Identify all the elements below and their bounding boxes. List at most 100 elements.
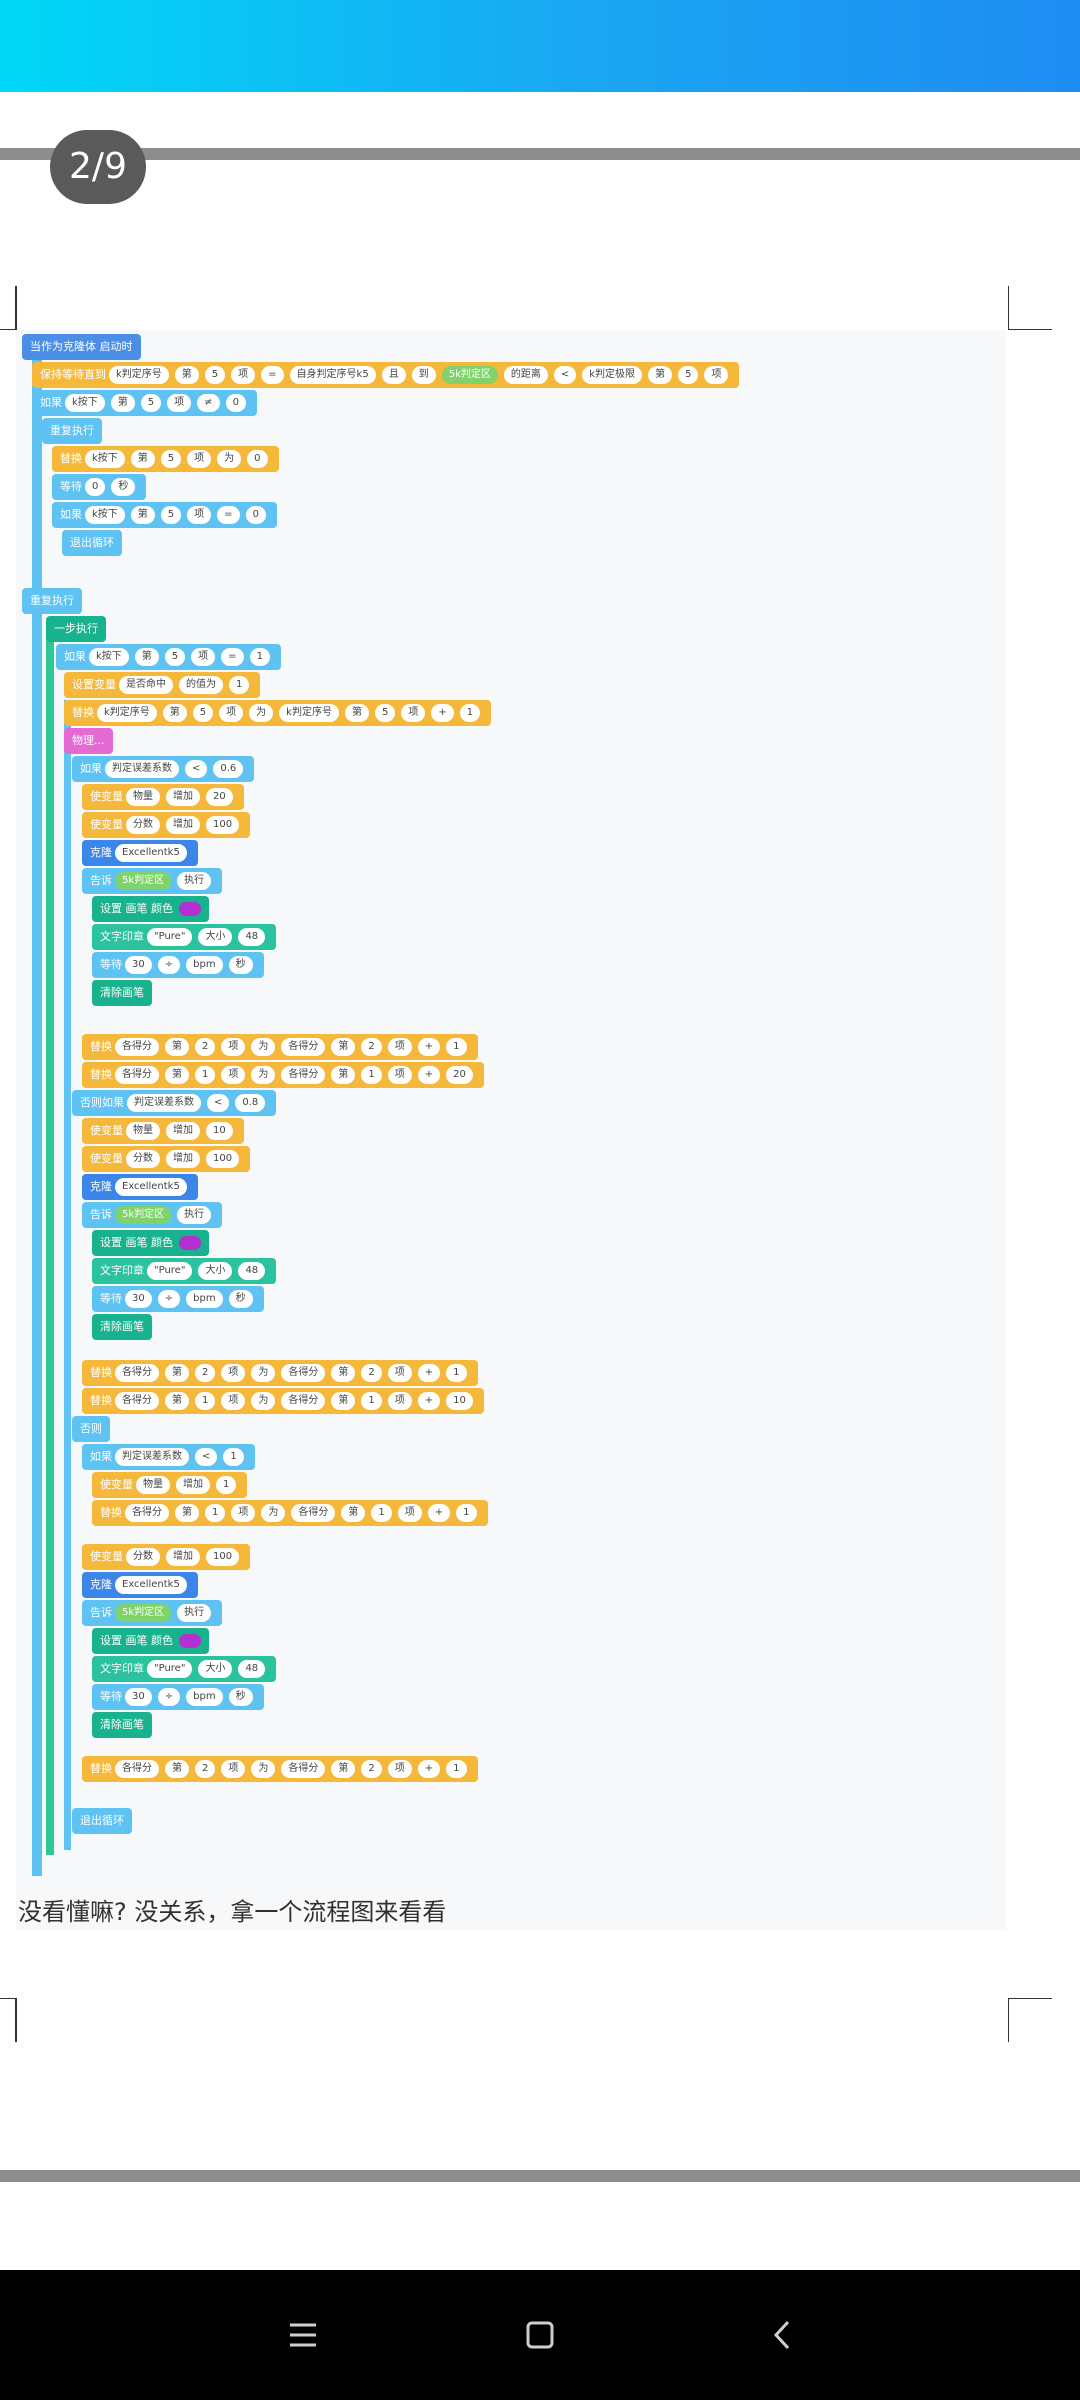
code-block-label: 保持等待直到 xyxy=(40,368,106,381)
code-block-arg: 自身判定序号k5 xyxy=(289,366,376,384)
code-block-arg: 到 xyxy=(411,366,436,384)
code-block-label: 等待 xyxy=(100,958,122,971)
code-block-arg: k判定序号 xyxy=(97,704,157,722)
code-block-label: 设置变量 xyxy=(72,678,116,691)
code-block-arg: 的值为 xyxy=(179,676,223,694)
code-block-arg: 10 xyxy=(446,1392,473,1410)
code-block-arg: 增加 xyxy=(166,1548,200,1566)
code-block-tell2: 告诉 5k判定区 执行 xyxy=(82,1202,223,1228)
code-block-arg: 项 xyxy=(221,1760,246,1778)
code-block-arg: 是否命中 xyxy=(119,676,173,694)
code-block-label: 使变量 xyxy=(90,818,123,831)
code-block-arg: 为 xyxy=(261,1504,286,1522)
code-block-arg: 0.6 xyxy=(213,760,244,778)
code-block-arg: 第 xyxy=(165,1392,189,1410)
code-block-arg: 为 xyxy=(249,704,274,722)
code-block-label: 替换 xyxy=(90,1068,112,1081)
code-block-label: 清除画笔 xyxy=(100,1320,144,1333)
code-block-arg: 第 xyxy=(341,1504,366,1522)
code-block-arg: 为 xyxy=(251,1392,276,1410)
code-block-replace7: 替换 各得分第 1 项为各得分第 1 项 +1 xyxy=(92,1500,488,1526)
code-block-arg: 判定误差系数 xyxy=(105,760,179,778)
code-block-label: 否则 xyxy=(80,1422,102,1435)
home-icon[interactable] xyxy=(503,2298,577,2372)
code-block-label: 等待 xyxy=(100,1690,122,1703)
code-block-arg: 1 xyxy=(216,1476,237,1494)
code-block-arg: 5k判定区 xyxy=(115,1604,172,1622)
code-block-arg: 项 xyxy=(167,394,192,412)
code-block-change6: 使变量 分数 增加 100 xyxy=(82,1544,251,1570)
code-block-wait2: 等待 30 ÷ bpm 秒 xyxy=(92,952,264,978)
code-block-arg: + xyxy=(417,1760,441,1778)
code-block-arg: 第 xyxy=(648,366,673,384)
code-block-arg: 0 xyxy=(247,450,268,468)
code-block-arg: Excellentk5 xyxy=(115,1576,187,1594)
code-block-arg: < xyxy=(195,1448,218,1466)
code-block-arg: 项 xyxy=(221,1066,246,1084)
code-block-arg: 项 xyxy=(387,1066,412,1084)
code-block-wait4: 等待 30 ÷ bpm 秒 xyxy=(92,1684,264,1710)
code-block-else1: 否则 xyxy=(72,1416,110,1442)
code-block-arg: 项 xyxy=(231,1504,256,1522)
code-block-arg: + xyxy=(417,1392,441,1410)
code-block-arg: 第 xyxy=(110,394,135,412)
code-block-arg: 第 xyxy=(331,1760,356,1778)
code-block-arg: 2 xyxy=(361,1364,382,1382)
code-block-arg: ÷ xyxy=(157,956,181,974)
code-block-label: 克隆 xyxy=(90,1578,112,1591)
code-block-arg: 2 xyxy=(195,1038,216,1056)
code-block-arg: 48 xyxy=(238,1262,266,1280)
code-block-arg: k判定序号 xyxy=(109,366,169,384)
code-block-label: 如果 xyxy=(40,396,62,409)
code-block-arg: = xyxy=(217,506,240,524)
code-block-arg: 第 xyxy=(130,506,155,524)
menu-icon[interactable] xyxy=(266,2298,340,2372)
code-block-arg: 为 xyxy=(217,450,242,468)
code-block-arg: 各得分 xyxy=(115,1392,159,1410)
code-block-print2: 文字印章 "Pure" 大小 48 xyxy=(92,1258,277,1284)
code-block-arg: 第 xyxy=(162,704,187,722)
code-block-arg: 分数 xyxy=(126,1150,160,1168)
code-block-arg: 增加 xyxy=(166,788,200,806)
top-divider xyxy=(0,148,1080,160)
code-block-arg: 5k判定区 xyxy=(115,1206,172,1224)
code-block-label: 重复执行 xyxy=(30,594,74,607)
code-block-label: 退出循环 xyxy=(70,536,114,549)
code-block-arg: 大小 xyxy=(198,928,233,946)
code-block-arg: 100 xyxy=(206,816,240,834)
code-block-label: 文字印章 xyxy=(100,1264,144,1277)
code-block-arg: 执行 xyxy=(177,1206,212,1224)
code-block-arg: 各得分 xyxy=(291,1504,336,1522)
code-block-arg: 项 xyxy=(704,366,729,384)
code-block-arg: 项 xyxy=(387,1364,412,1382)
code-block-arg: k判定极限 xyxy=(582,366,643,384)
code-block-hat: 当作为克隆体 启动时 xyxy=(22,334,141,360)
code-block-arg: 第 xyxy=(331,1364,356,1382)
top-header-bar xyxy=(0,0,1080,92)
code-block-set-hit: 设置变量 是否命中 的值为 1 xyxy=(64,672,261,698)
code-block-arg: 大小 xyxy=(198,1262,233,1280)
if-spine xyxy=(64,700,71,1850)
code-block-arg: 项 xyxy=(221,1392,246,1410)
pen-color-swatch xyxy=(179,1236,201,1250)
code-block-replace1: 替换 k按下第 5 项为 0 xyxy=(52,446,279,472)
code-block-arg: 各得分 xyxy=(281,1066,326,1084)
code-block-arg: 分数 xyxy=(126,816,160,834)
code-block-arg: 1 xyxy=(205,1504,226,1522)
code-block-arg: + xyxy=(417,1066,441,1084)
code-block-arg: 的距离 xyxy=(503,366,548,384)
code-block-pen-color3: 设置 画笔 颜色 xyxy=(92,1628,209,1654)
code-block-arg: + xyxy=(417,1038,441,1056)
code-block-clear1: 清除画笔 xyxy=(92,980,152,1006)
code-block-arg: 项 xyxy=(221,1364,246,1382)
loop-spine xyxy=(46,630,54,1855)
code-block-arg: 项 xyxy=(401,704,426,722)
code-block-arg: 判定误差系数 xyxy=(115,1448,189,1466)
code-block-arg: k按下 xyxy=(85,450,125,468)
code-block-label: 一步执行 xyxy=(54,622,98,635)
code-block-arg: Excellentk5 xyxy=(115,844,187,862)
code-block-arg: 且 xyxy=(381,366,406,384)
back-icon[interactable] xyxy=(744,2298,818,2372)
code-block-arg: 2 xyxy=(195,1364,216,1382)
code-block-arg: 0 xyxy=(85,478,106,496)
